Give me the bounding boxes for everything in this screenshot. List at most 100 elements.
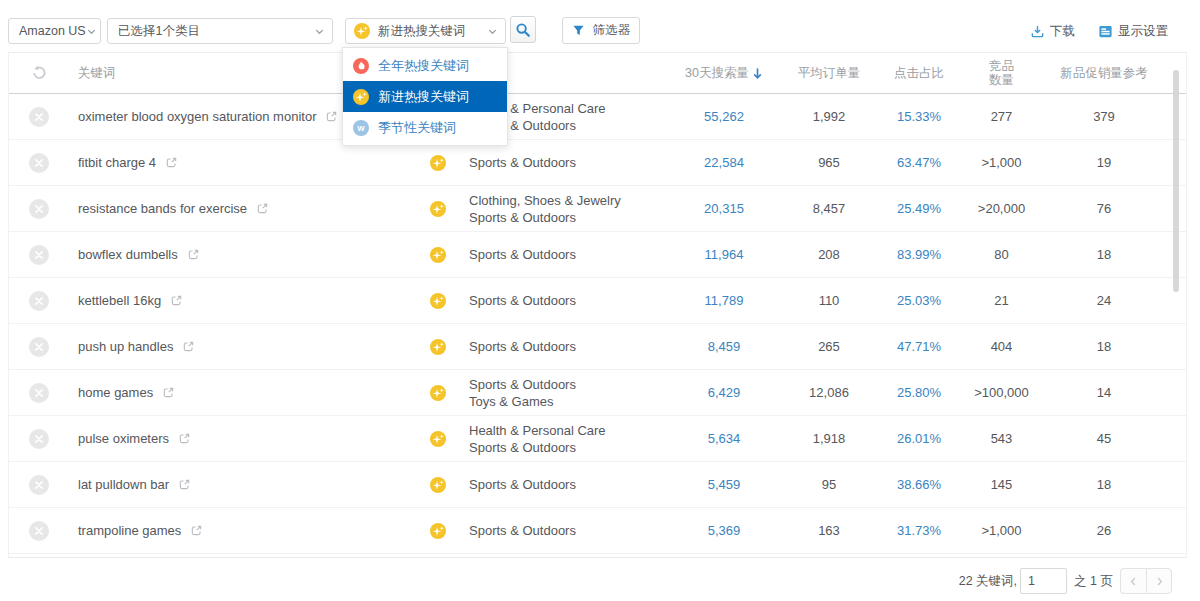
sparkle-badge-icon bbox=[430, 431, 446, 447]
category-line: Sports & Outdoors bbox=[469, 522, 669, 539]
display-settings-button[interactable]: 显示设置 bbox=[1098, 23, 1168, 40]
sparkle-badge-icon bbox=[430, 293, 446, 309]
new-product-ref-value: 19 bbox=[1044, 155, 1164, 170]
menu-item-seasonal[interactable]: w 季节性关键词 bbox=[343, 112, 507, 143]
flame-icon bbox=[353, 58, 369, 74]
keyword-text: kettlebell 16kg bbox=[78, 293, 161, 308]
sparkle-badge-icon bbox=[430, 247, 446, 263]
marketplace-select-value: Amazon US bbox=[9, 24, 86, 38]
category-cell: Clothing, Shoes & JewelrySports & Outdoo… bbox=[453, 192, 669, 226]
keyword-text: resistance bands for exercise bbox=[78, 201, 247, 216]
of-pages-label: 之 1 页 bbox=[1074, 573, 1113, 590]
menu-item-yearly-hot[interactable]: 全年热搜关键词 bbox=[343, 50, 507, 81]
remove-keyword-button[interactable] bbox=[29, 245, 49, 265]
keyword-type-select-value: 新进热搜关键词 bbox=[370, 23, 466, 40]
new-product-ref-value: 14 bbox=[1044, 385, 1164, 400]
competitors-value: 80 bbox=[959, 247, 1044, 262]
click-share-value: 25.49% bbox=[879, 201, 959, 216]
click-share-value: 63.47% bbox=[879, 155, 959, 170]
table-row: push up handles Sports & Outdoors 8,459 … bbox=[9, 324, 1186, 370]
external-link-icon[interactable] bbox=[325, 110, 338, 123]
external-link-icon[interactable] bbox=[256, 202, 269, 215]
table-scrollbar-thumb[interactable] bbox=[1173, 70, 1179, 292]
external-link-icon[interactable] bbox=[162, 386, 175, 399]
category-select[interactable]: 已选择1个类目 bbox=[107, 18, 333, 44]
avg-orders-value: 1,918 bbox=[779, 431, 879, 446]
competitors-value: >1,000 bbox=[959, 523, 1044, 538]
remove-keyword-button[interactable] bbox=[29, 383, 49, 403]
avg-orders-value: 95 bbox=[779, 477, 879, 492]
search-volume-value[interactable]: 55,262 bbox=[669, 109, 779, 124]
external-link-icon[interactable] bbox=[170, 294, 183, 307]
external-link-icon[interactable] bbox=[182, 340, 195, 353]
competitors-value: 543 bbox=[959, 431, 1044, 446]
external-link-icon[interactable] bbox=[190, 524, 203, 537]
click-share-value: 25.03% bbox=[879, 293, 959, 308]
remove-keyword-button[interactable] bbox=[29, 199, 49, 219]
table-row: trampoline games Sports & Outdoors 5,369… bbox=[9, 508, 1186, 554]
page-number-input[interactable] bbox=[1020, 568, 1067, 594]
search-volume-value[interactable]: 22,584 bbox=[669, 155, 779, 170]
remove-keyword-button[interactable] bbox=[29, 291, 49, 311]
category-line: Sports & Outdoors bbox=[469, 209, 669, 226]
click-share-value: 31.73% bbox=[879, 523, 959, 538]
table-header: 关键词 30天搜索量 平均订单量 点击占比 竞品 数量 新品促销量参考 bbox=[9, 53, 1186, 94]
sparkle-badge-icon bbox=[430, 201, 446, 217]
search-volume-value[interactable]: 20,315 bbox=[669, 201, 779, 216]
search-volume-value[interactable]: 11,964 bbox=[669, 247, 779, 262]
search-volume-value[interactable]: 8,459 bbox=[669, 339, 779, 354]
avg-orders-value: 965 bbox=[779, 155, 879, 170]
col-header-avg-orders[interactable]: 平均订单量 bbox=[779, 65, 879, 82]
external-link-icon[interactable] bbox=[187, 248, 200, 261]
external-link-icon[interactable] bbox=[178, 478, 191, 491]
new-product-ref-value: 379 bbox=[1044, 109, 1164, 124]
new-product-ref-value: 18 bbox=[1044, 247, 1164, 262]
keyword-text: bowflex dumbells bbox=[78, 247, 178, 262]
svg-text:w: w bbox=[356, 123, 365, 133]
remove-keyword-button[interactable] bbox=[29, 153, 49, 173]
table-row: fitbit charge 4 Sports & Outdoors 22,584… bbox=[9, 140, 1186, 186]
external-link-icon[interactable] bbox=[178, 432, 191, 445]
sparkle-badge-icon bbox=[430, 339, 446, 355]
keyword-type-select[interactable]: 新进热搜关键词 bbox=[345, 18, 506, 44]
sparkle-badge-icon bbox=[353, 89, 369, 105]
remove-keyword-button[interactable] bbox=[29, 429, 49, 449]
category-line: Health & Personal Care bbox=[469, 422, 669, 439]
sparkle-badge-icon bbox=[430, 523, 446, 539]
search-button[interactable] bbox=[510, 16, 536, 43]
filter-button[interactable]: 筛选器 bbox=[562, 17, 640, 44]
table-row: home games Sports & OutdoorsToys & Games… bbox=[9, 370, 1186, 416]
menu-item-new-hot[interactable]: 新进热搜关键词 bbox=[343, 81, 507, 112]
table-row: kettlebell 16kg Sports & Outdoors 11,789… bbox=[9, 278, 1186, 324]
display-settings-label: 显示设置 bbox=[1118, 23, 1168, 40]
click-share-value: 47.71% bbox=[879, 339, 959, 354]
remove-keyword-button[interactable] bbox=[29, 337, 49, 357]
sparkle-badge-icon bbox=[430, 385, 446, 401]
new-product-ref-value: 76 bbox=[1044, 201, 1164, 216]
category-line: Sports & Outdoors bbox=[469, 476, 669, 493]
col-header-competitors[interactable]: 竞品 数量 bbox=[959, 59, 1044, 87]
remove-keyword-button[interactable] bbox=[29, 107, 49, 127]
next-page-button[interactable] bbox=[1146, 568, 1172, 594]
col-header-search-volume[interactable]: 30天搜索量 bbox=[669, 65, 779, 82]
search-volume-value[interactable]: 6,429 bbox=[669, 385, 779, 400]
search-volume-value[interactable]: 5,459 bbox=[669, 477, 779, 492]
category-line: Sports & Outdoors bbox=[469, 154, 669, 171]
sparkle-badge-icon bbox=[354, 23, 370, 39]
external-link-icon[interactable] bbox=[165, 156, 178, 169]
marketplace-select[interactable]: Amazon US bbox=[8, 18, 101, 44]
search-volume-value[interactable]: 11,789 bbox=[669, 293, 779, 308]
remove-keyword-button[interactable] bbox=[29, 521, 49, 541]
col-header-click-share[interactable]: 点击占比 bbox=[879, 65, 959, 82]
category-cell: Sports & Outdoors bbox=[453, 476, 669, 493]
col-header-new-product-ref[interactable]: 新品促销量参考 bbox=[1044, 65, 1164, 82]
download-button[interactable]: 下载 bbox=[1030, 23, 1075, 40]
reset-sort-icon[interactable] bbox=[9, 65, 69, 81]
search-icon bbox=[515, 22, 531, 38]
category-select-value: 已选择1个类目 bbox=[108, 23, 200, 40]
remove-keyword-button[interactable] bbox=[29, 475, 49, 495]
search-volume-value[interactable]: 5,634 bbox=[669, 431, 779, 446]
prev-page-button[interactable] bbox=[1120, 568, 1146, 594]
search-volume-value[interactable]: 5,369 bbox=[669, 523, 779, 538]
category-line: Sports & Outdoors bbox=[469, 292, 669, 309]
